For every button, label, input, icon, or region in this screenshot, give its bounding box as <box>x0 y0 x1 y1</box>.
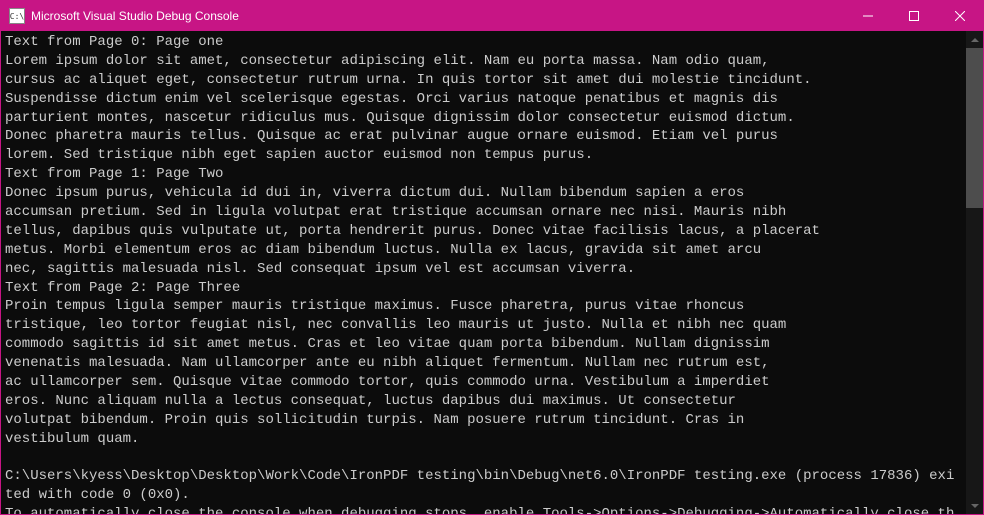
console-line: Donec ipsum purus, vehicula id dui in, v… <box>5 184 962 203</box>
maximize-icon <box>909 11 919 21</box>
close-icon <box>955 11 965 21</box>
console-line: metus. Morbi elementum eros ac diam bibe… <box>5 241 962 260</box>
console-line: Proin tempus ligula semper mauris tristi… <box>5 297 962 316</box>
window-controls <box>845 1 983 31</box>
console-output[interactable]: Text from Page 0: Page oneLorem ipsum do… <box>1 31 966 514</box>
scrollbar-down-button[interactable] <box>966 497 983 514</box>
console-line: C:\Users\kyess\Desktop\Desktop\Work\Code… <box>5 467 962 505</box>
console-line: Text from Page 1: Page Two <box>5 165 962 184</box>
console-line: commodo sagittis id sit amet metus. Cras… <box>5 335 962 354</box>
console-line: To automatically close the console when … <box>5 505 962 514</box>
maximize-button[interactable] <box>891 1 937 31</box>
console-line: eros. Nunc aliquam nulla a lectus conseq… <box>5 392 962 411</box>
scrollbar-thumb[interactable] <box>966 48 983 208</box>
console-line: ac ullamcorper sem. Quisque vitae commod… <box>5 373 962 392</box>
scrollbar-up-button[interactable] <box>966 31 983 48</box>
console-line: Suspendisse dictum enim vel scelerisque … <box>5 90 962 109</box>
debug-console-window: C:\ Microsoft Visual Studio Debug Consol… <box>0 0 984 515</box>
console-line: lorem. Sed tristique nibh eget sapien au… <box>5 146 962 165</box>
minimize-icon <box>863 11 873 21</box>
close-button[interactable] <box>937 1 983 31</box>
console-line: vestibulum quam. <box>5 430 962 449</box>
minimize-button[interactable] <box>845 1 891 31</box>
console-line: nec, sagittis malesuada nisl. Sed conseq… <box>5 260 962 279</box>
console-line: Text from Page 0: Page one <box>5 33 962 52</box>
console-area: Text from Page 0: Page oneLorem ipsum do… <box>1 31 983 514</box>
console-line: cursus ac aliquet eget, consectetur rutr… <box>5 71 962 90</box>
titlebar[interactable]: C:\ Microsoft Visual Studio Debug Consol… <box>1 1 983 31</box>
chevron-up-icon <box>971 38 979 42</box>
console-line: tristique, leo tortor feugiat nisl, nec … <box>5 316 962 335</box>
console-line: Text from Page 2: Page Three <box>5 279 962 298</box>
console-line: Donec pharetra mauris tellus. Quisque ac… <box>5 127 962 146</box>
console-line <box>5 449 962 468</box>
console-line: Lorem ipsum dolor sit amet, consectetur … <box>5 52 962 71</box>
console-line: tellus, dapibus quis vulputate ut, porta… <box>5 222 962 241</box>
vertical-scrollbar[interactable] <box>966 31 983 514</box>
app-icon: C:\ <box>9 8 25 24</box>
console-line: volutpat bibendum. Proin quis sollicitud… <box>5 411 962 430</box>
console-line: accumsan pretium. Sed in ligula volutpat… <box>5 203 962 222</box>
console-line: venenatis malesuada. Nam ullamcorper ant… <box>5 354 962 373</box>
chevron-down-icon <box>971 504 979 508</box>
console-line: parturient montes, nascetur ridiculus mu… <box>5 109 962 128</box>
window-title: Microsoft Visual Studio Debug Console <box>31 9 845 23</box>
